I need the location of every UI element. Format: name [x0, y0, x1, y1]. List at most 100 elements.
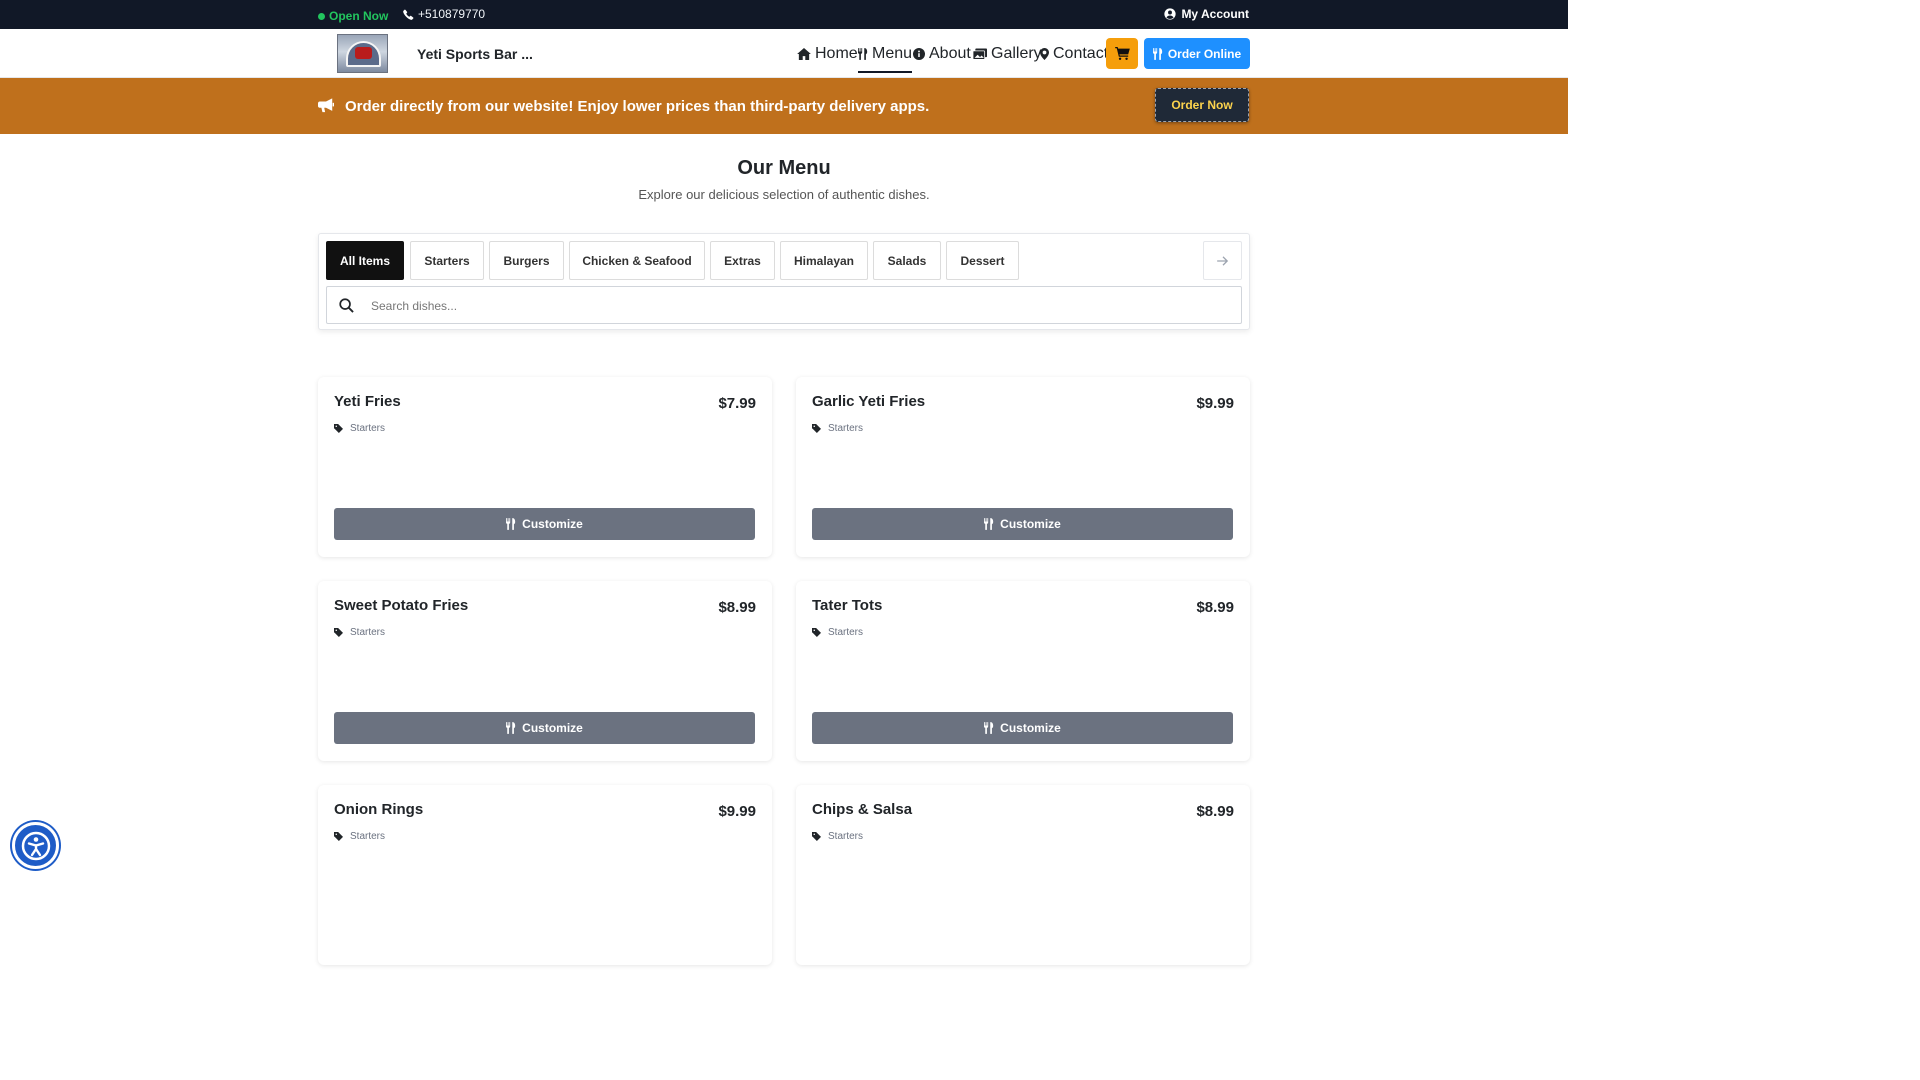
restaurant-logo[interactable] [337, 34, 388, 73]
arrow-right-icon [1216, 255, 1228, 266]
item-price: $8.99 [718, 599, 756, 616]
menu-item-card: Sweet Potato Fries $8.99 Starters Custom… [318, 581, 772, 761]
images-icon [973, 48, 987, 60]
tab-extras[interactable]: Extras [710, 241, 775, 280]
cart-icon [1114, 47, 1130, 60]
menu-item-card: Garlic Yeti Fries $9.99 Starters Customi… [796, 377, 1250, 557]
menu-item-card: Yeti Fries $7.99 Starters Customize [318, 377, 772, 557]
phone-icon [403, 9, 414, 20]
nav-gallery-label: Gallery [991, 44, 1042, 62]
nav-contact[interactable]: Contact [1040, 29, 1108, 78]
item-name: Onion Rings [334, 801, 424, 818]
tabs-scroll-right-button[interactable] [1203, 241, 1242, 280]
top-bar: Open Now +510879770 My Account [0, 0, 1568, 29]
item-category: Starters [812, 423, 863, 434]
phone-number: +510879770 [418, 7, 486, 21]
menu-item-card: Chips & Salsa $8.99 Starters [796, 785, 1250, 965]
item-category-label: Starters [350, 423, 386, 434]
order-online-label: Order Online [1167, 46, 1242, 61]
brand-name[interactable]: Yeti Sports Bar ... [417, 46, 533, 62]
item-category-label: Starters [828, 423, 864, 434]
search-icon [339, 298, 354, 313]
promo-banner: Order directly from our website! Enjoy l… [0, 78, 1568, 134]
item-price: $8.99 [1196, 599, 1234, 616]
tab-salads[interactable]: Salads [873, 241, 941, 280]
cart-button[interactable] [1106, 38, 1138, 69]
tab-himalayan[interactable]: Himalayan [780, 241, 868, 280]
item-category-label: Starters [350, 627, 386, 638]
utensils-icon [506, 722, 516, 734]
open-status: Open Now [318, 9, 388, 23]
page-subtitle: Explore our delicious selection of authe… [638, 187, 930, 202]
utensils-icon [984, 722, 994, 734]
item-category: Starters [812, 831, 863, 842]
utensils-icon [984, 518, 994, 530]
nav-menu-label: Menu [872, 44, 913, 62]
menu-filter-panel: All Items Starters Burgers Chicken & Sea… [318, 233, 1250, 330]
item-name: Garlic Yeti Fries [812, 393, 926, 410]
customize-label: Customize [1000, 721, 1061, 735]
status-dot-icon [318, 12, 325, 20]
utensils-icon [858, 47, 868, 60]
item-name: Yeti Fries [334, 393, 401, 410]
tab-chicken-seafood[interactable]: Chicken & Seafood [569, 241, 705, 280]
customize-button[interactable]: Customize [334, 508, 755, 540]
customize-label: Customize [522, 517, 583, 531]
menu-item-card: Onion Rings $9.99 Starters [318, 785, 772, 965]
customize-label: Customize [1000, 517, 1061, 531]
order-online-button[interactable]: Order Online [1144, 38, 1250, 69]
tag-icon [334, 424, 343, 433]
item-category-label: Starters [828, 627, 864, 638]
tab-burgers[interactable]: Burgers [489, 241, 564, 280]
nav-gallery[interactable]: Gallery [973, 29, 1042, 78]
nav-home[interactable]: Home [797, 29, 858, 78]
open-status-label: Open Now [329, 9, 389, 23]
accessibility-icon [21, 831, 50, 860]
utensils-icon [506, 518, 516, 530]
search-input[interactable] [371, 296, 1221, 316]
nav-menu[interactable]: Menu [858, 29, 913, 78]
item-category: Starters [812, 627, 863, 638]
item-category: Starters [334, 423, 385, 434]
nav-about-label: About [929, 44, 971, 62]
accessibility-button[interactable] [12, 822, 59, 869]
customize-button[interactable]: Customize [812, 712, 1233, 744]
item-price: $9.99 [718, 803, 756, 820]
my-account-link[interactable]: My Account [1164, 7, 1249, 21]
customize-button[interactable]: Customize [812, 508, 1233, 540]
phone-link[interactable]: +510879770 [403, 7, 485, 21]
item-price: $8.99 [1196, 803, 1234, 820]
tag-icon [812, 832, 821, 841]
menu-item-card: Tater Tots $8.99 Starters Customize [796, 581, 1250, 761]
tab-starters[interactable]: Starters [410, 241, 484, 280]
item-category-label: Starters [350, 831, 386, 842]
my-account-label: My Account [1181, 7, 1249, 21]
customize-button[interactable]: Customize [334, 712, 755, 744]
tag-icon [334, 832, 343, 841]
nav-about[interactable]: About [913, 29, 971, 78]
tag-icon [334, 628, 343, 637]
home-icon [797, 47, 811, 60]
site-header: Yeti Sports Bar ... Home Menu About Gall… [0, 29, 1568, 78]
promo-text: Order directly from our website! Enjoy l… [345, 98, 930, 115]
utensils-icon [1152, 47, 1162, 60]
tab-dessert[interactable]: Dessert [946, 241, 1019, 280]
item-category: Starters [334, 831, 385, 842]
item-price: $9.99 [1196, 395, 1234, 412]
map-pin-icon [1040, 47, 1049, 60]
order-now-button[interactable]: Order Now [1155, 88, 1249, 122]
user-circle-icon [1164, 8, 1177, 20]
item-name: Chips & Salsa [812, 801, 913, 818]
item-category: Starters [334, 627, 385, 638]
item-name: Tater Tots [812, 597, 883, 614]
info-icon [913, 47, 925, 60]
tab-all-items[interactable]: All Items [326, 241, 404, 280]
customize-label: Customize [522, 721, 583, 735]
item-price: $7.99 [718, 395, 756, 412]
tag-icon [812, 424, 821, 433]
nav-contact-label: Contact [1053, 44, 1109, 62]
item-name: Sweet Potato Fries [334, 597, 469, 614]
item-category-label: Starters [828, 831, 864, 842]
nav-home-label: Home [815, 44, 858, 62]
tag-icon [812, 628, 821, 637]
